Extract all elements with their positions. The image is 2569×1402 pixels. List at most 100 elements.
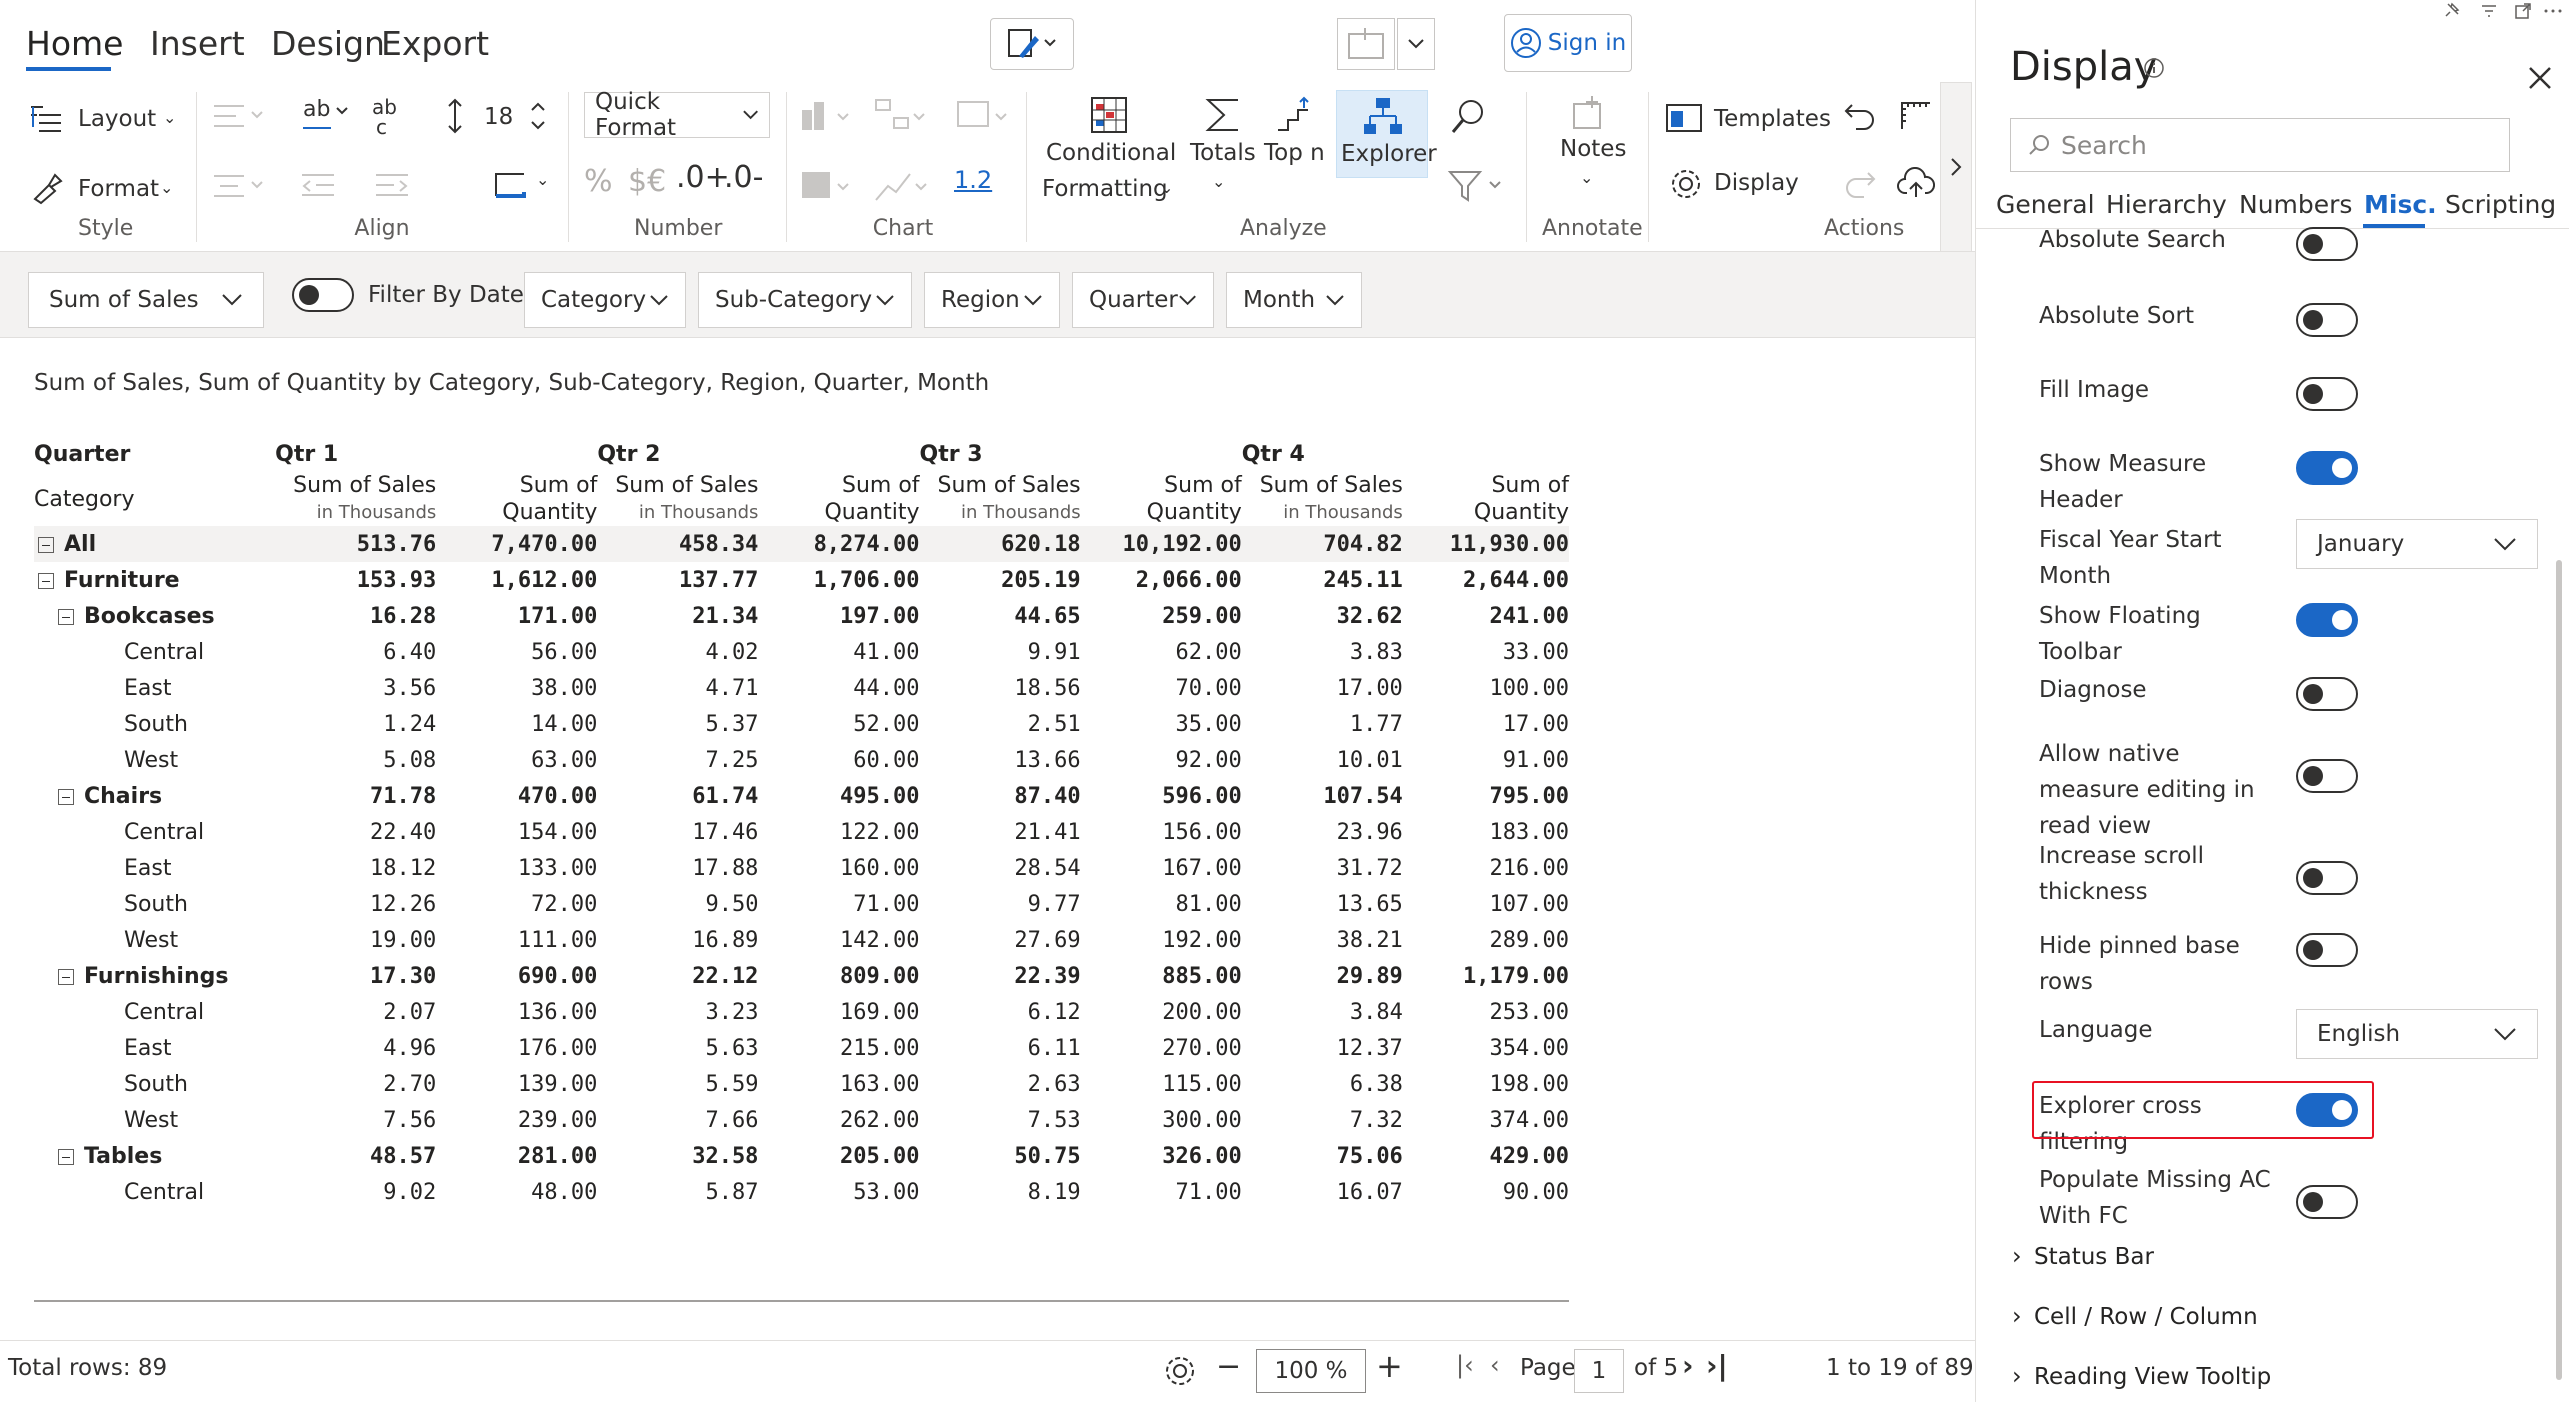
table-cell[interactable]: 9.77 <box>920 886 1081 922</box>
table-cell[interactable]: 41.00 <box>758 634 919 670</box>
setting-toggle[interactable] <box>2296 303 2358 337</box>
sub-category-filter[interactable]: Sub-Category <box>698 272 912 328</box>
table-cell[interactable]: 885.00 <box>1081 958 1241 994</box>
table-cell[interactable]: 21.34 <box>597 598 758 634</box>
filter-by-date-toggle[interactable] <box>292 278 354 312</box>
info-icon[interactable] <box>2142 56 2166 80</box>
table-row[interactable]: South 2.70 139.00 5.59 163.00 2.63 115.00 6.38 1… <box>34 1066 1569 1102</box>
filter-icon[interactable] <box>1446 164 1506 208</box>
table-cell[interactable]: 8,274.00 <box>758 526 920 562</box>
explorer-button[interactable]: Explorer <box>1336 90 1437 178</box>
table-cell[interactable]: 35.00 <box>1081 706 1241 742</box>
table-cell[interactable]: 19.00 <box>275 922 436 958</box>
currency-button[interactable]: $€ <box>628 164 666 199</box>
table-cell[interactable]: 71.78 <box>275 778 436 814</box>
line-chart-icon[interactable] <box>872 164 942 208</box>
tab-export[interactable]: Export <box>381 24 489 63</box>
table-cell[interactable]: 160.00 <box>758 850 919 886</box>
table-cell[interactable]: 44.00 <box>758 670 919 706</box>
last-page-icon[interactable]: ›| <box>1706 1349 1728 1382</box>
bar-chart-icon[interactable] <box>798 94 868 138</box>
decimal-increase-button[interactable]: .0+ <box>676 160 730 195</box>
table-cell[interactable]: 241.00 <box>1403 598 1569 634</box>
quick-format-dropdown[interactable]: Quick Format <box>584 89 770 141</box>
table-cell[interactable]: 5.08 <box>275 742 436 778</box>
setting-dropdown[interactable]: January <box>2296 519 2538 569</box>
indent-icon[interactable] <box>372 166 412 206</box>
quarter-filter[interactable]: Quarter <box>1072 272 1214 328</box>
table-cell[interactable]: 12.37 <box>1242 1030 1403 1066</box>
table-cell[interactable]: 216.00 <box>1403 850 1569 886</box>
region-filter[interactable]: Region <box>924 272 1060 328</box>
table-cell[interactable]: 169.00 <box>758 994 919 1030</box>
more-options-icon[interactable] <box>2540 0 2566 22</box>
table-cell[interactable]: 176.00 <box>436 1030 597 1066</box>
table-cell[interactable]: 7.25 <box>597 742 758 778</box>
font-size-value[interactable]: 18 <box>484 104 513 130</box>
display-button[interactable]: Display <box>1714 170 1799 196</box>
table-cell[interactable]: 281.00 <box>436 1138 597 1174</box>
table-cell[interactable]: 60.00 <box>758 742 919 778</box>
table-cell[interactable]: 205.00 <box>758 1138 919 1174</box>
table-row[interactable]: West 19.00 111.00 16.89 142.00 27.69 192.00 38.… <box>34 922 1569 958</box>
table-cell[interactable]: 18.12 <box>275 850 436 886</box>
table-cell[interactable]: 17.30 <box>275 958 436 994</box>
table-cell[interactable]: 470.00 <box>436 778 597 814</box>
collapse-icon[interactable] <box>58 788 74 805</box>
table-cell[interactable]: 9.50 <box>597 886 758 922</box>
measure-header-quantity[interactable]: Sum of Quantity <box>436 472 597 526</box>
table-cell[interactable]: 183.00 <box>1403 814 1569 850</box>
table-cell[interactable]: 1,612.00 <box>436 562 597 598</box>
next-page-icon[interactable]: › <box>1682 1349 1694 1382</box>
wrap-text-icon[interactable]: ab <box>300 94 370 138</box>
table-cell[interactable]: 62.00 <box>1081 634 1241 670</box>
top-n-button[interactable]: Top n <box>1264 140 1325 166</box>
table-cell[interactable]: 107.00 <box>1403 886 1569 922</box>
table-cell[interactable]: 7.53 <box>920 1102 1081 1138</box>
table-cell[interactable]: 111.00 <box>436 922 597 958</box>
table-cell[interactable]: 5.63 <box>597 1030 758 1066</box>
column-header-qtr4[interactable]: Qtr 4 <box>1242 436 1569 472</box>
tab-home[interactable]: Home <box>26 24 123 63</box>
table-cell[interactable]: 374.00 <box>1403 1102 1569 1138</box>
table-cell[interactable]: 192.00 <box>1081 922 1241 958</box>
table-cell[interactable]: 17.00 <box>1403 706 1569 742</box>
table-cell[interactable]: 458.34 <box>597 526 759 562</box>
table-cell[interactable]: 11,930.00 <box>1402 526 1569 562</box>
table-cell[interactable]: 7.32 <box>1242 1102 1403 1138</box>
table-row[interactable]: Central 22.40 154.00 17.46 122.00 21.41 156.00… <box>34 814 1569 850</box>
table-cell[interactable]: 2.07 <box>275 994 436 1030</box>
table-cell[interactable]: 3.83 <box>1242 634 1403 670</box>
panel-tab-general[interactable]: General <box>1996 190 2095 219</box>
setting-toggle[interactable] <box>2296 377 2358 411</box>
table-cell[interactable]: 3.84 <box>1242 994 1403 1030</box>
table-cell[interactable]: 4.96 <box>275 1030 436 1066</box>
zoom-out-button[interactable]: − <box>1216 1349 1241 1384</box>
table-cell[interactable]: 10,192.00 <box>1080 526 1242 562</box>
table-row[interactable]: South 1.24 14.00 5.37 52.00 2.51 35.00 1.77 17.0… <box>34 706 1569 742</box>
table-cell[interactable]: 22.39 <box>920 958 1080 994</box>
panel-tab-scripting[interactable]: Scripting <box>2445 190 2556 219</box>
table-cell[interactable]: 1.77 <box>1242 706 1403 742</box>
table-cell[interactable]: 156.00 <box>1081 814 1241 850</box>
table-row[interactable]: Central 6.40 56.00 4.02 41.00 9.91 62.00 3.83 33… <box>34 634 1569 670</box>
table-cell[interactable]: 4.02 <box>597 634 758 670</box>
setting-toggle[interactable] <box>2296 1185 2358 1219</box>
prev-page-icon[interactable]: ‹ <box>1490 1351 1500 1379</box>
table-row[interactable]: East 3.56 38.00 4.71 44.00 18.56 70.00 17.00 100… <box>34 670 1569 706</box>
row-header-quarter[interactable]: Quarter <box>34 436 275 472</box>
table-cell[interactable]: 10.01 <box>1242 742 1403 778</box>
table-cell[interactable]: 495.00 <box>758 778 919 814</box>
measure-header-sales[interactable]: Sum of Sales in Thousands <box>275 472 436 526</box>
table-cell[interactable]: 63.00 <box>436 742 597 778</box>
panel-tab-hierarchy[interactable]: Hierarchy <box>2106 190 2227 219</box>
zoom-in-button[interactable]: + <box>1376 1347 1403 1385</box>
table-cell[interactable]: 16.07 <box>1242 1174 1403 1210</box>
table-cell[interactable]: 809.00 <box>758 958 919 994</box>
zoom-input[interactable]: 100 % <box>1256 1349 1366 1393</box>
table-cell[interactable]: 1,706.00 <box>758 562 920 598</box>
table-cell[interactable]: 100.00 <box>1403 670 1569 706</box>
table-cell[interactable]: 163.00 <box>758 1066 919 1102</box>
table-cell[interactable]: 136.00 <box>436 994 597 1030</box>
table-cell[interactable]: 5.59 <box>597 1066 758 1102</box>
